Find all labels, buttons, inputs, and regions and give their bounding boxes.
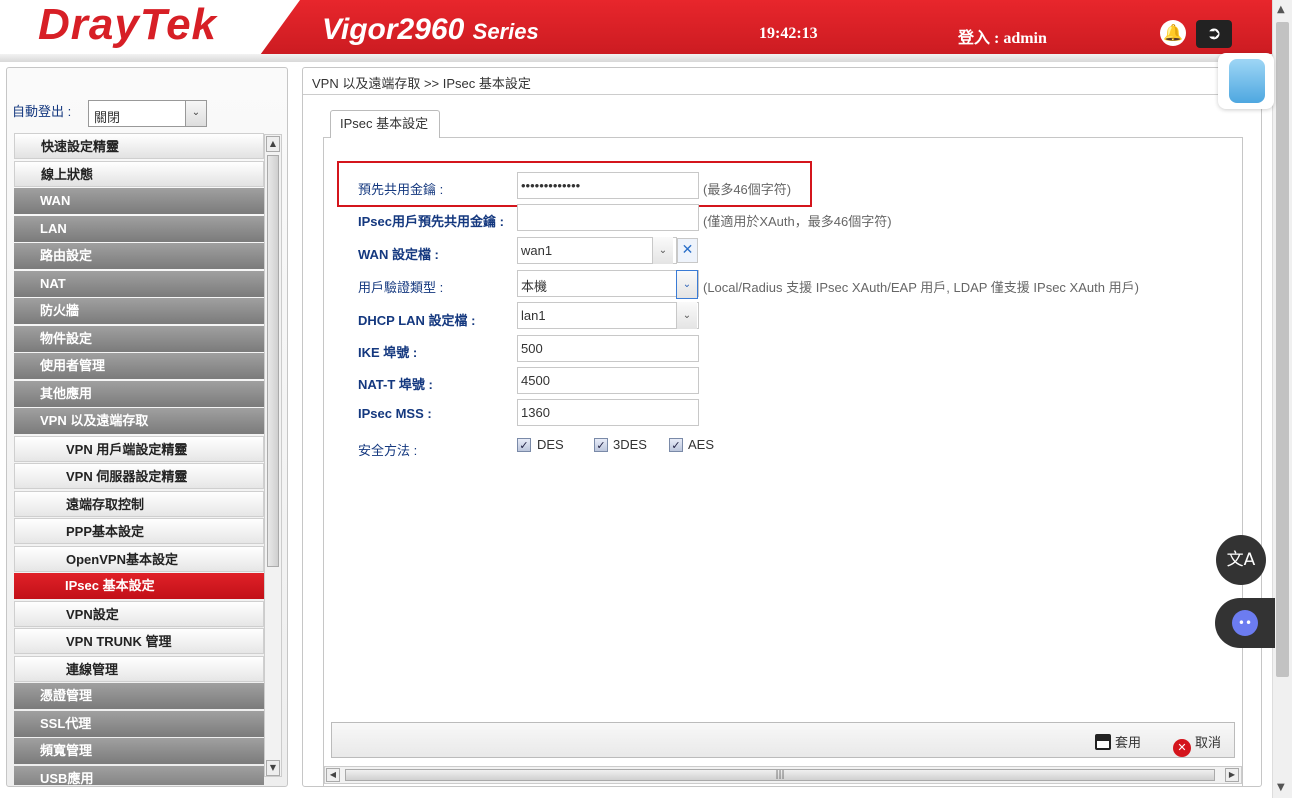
breadcrumb: VPN 以及遠端存取 >> IPsec 基本設定 [312, 76, 531, 91]
apply-button[interactable]: 套用 [1095, 732, 1141, 751]
des-checkbox[interactable]: ✓ [517, 438, 531, 452]
sidebar-item[interactable]: 線上狀態 [14, 160, 264, 187]
notification-bell-icon[interactable]: 🔔 [1160, 20, 1186, 46]
login-user: 登入 : admin [958, 30, 1047, 47]
wan-profile-select[interactable]: wan1 ⌄ [517, 237, 677, 264]
header-divider [0, 54, 1272, 62]
sidebar-item[interactable]: IPsec 基本設定 [14, 573, 264, 599]
3des-checkbox[interactable]: ✓ [594, 438, 608, 452]
sidebar-app-icon[interactable] [1218, 53, 1274, 109]
mss-label: IPsec MSS : [358, 406, 432, 421]
sidebar-scroll-thumb[interactable] [267, 155, 279, 567]
sidebar-item[interactable]: VPN 以及遠端存取 [14, 408, 264, 434]
auth-type-label: 用戶驗證類型 : [358, 280, 444, 295]
sidebar-item[interactable]: PPP基本設定 [14, 518, 264, 544]
wan-profile-label: WAN 設定檔 : [358, 247, 439, 262]
sidebar-item[interactable]: 防火牆 [14, 298, 264, 324]
wan-profile-value: wan1 [521, 243, 553, 258]
auth-type-value: 本機 [521, 279, 548, 294]
brand-logo: DrayTek [38, 0, 218, 49]
tab-ipsec-general[interactable]: IPsec 基本設定 [330, 110, 440, 138]
3des-label: 3DES [613, 437, 647, 452]
model-name: Vigor2960 Series [322, 13, 539, 47]
psk-label: 預先共用金鑰 : [358, 182, 444, 197]
sidebar-item[interactable]: SSL代理 [14, 710, 264, 737]
clear-icon[interactable]: ✕ [677, 238, 698, 263]
app-tile-icon [1229, 59, 1265, 103]
apply-label: 套用 [1115, 735, 1142, 750]
cancel-label: 取消 [1195, 735, 1222, 750]
sidebar-item[interactable]: LAN [14, 215, 264, 242]
content-hscrollbar[interactable]: ◀ ||| ▶ [324, 766, 1242, 784]
natt-port-label: NAT-T 埠號 : [358, 377, 433, 392]
auth-type-select[interactable]: 本機 ⌄ [517, 270, 699, 299]
model-series: Series [472, 19, 539, 44]
sidebar-item[interactable]: NAT [14, 270, 264, 297]
sidebar-item[interactable]: 憑證管理 [14, 683, 264, 709]
logout-icon[interactable]: ➲ [1196, 20, 1232, 48]
assistant-widget[interactable]: •• [1215, 598, 1275, 648]
assistant-face-icon: •• [1232, 610, 1258, 636]
content-hscroll-thumb[interactable]: ||| [345, 769, 1215, 781]
psk-note: (最多46個字符) [703, 182, 792, 197]
des-label: DES [537, 437, 564, 452]
page-scroll-thumb[interactable] [1276, 22, 1289, 677]
natt-port-input[interactable]: 4500 [517, 367, 699, 394]
scroll-right-icon[interactable]: ▶ [1225, 768, 1239, 782]
scroll-down-icon[interactable]: ▼ [266, 760, 280, 776]
aes-label: AES [688, 437, 715, 452]
ike-port-label: IKE 埠號 : [358, 345, 418, 360]
sidebar-item[interactable]: VPN TRUNK 管理 [14, 628, 264, 654]
page-scrollbar[interactable]: ▲ ▼ [1272, 0, 1292, 798]
sidebar-item[interactable]: VPN 伺服器設定精靈 [14, 463, 264, 489]
sidebar-scrollbar[interactable]: ▲ ▼ [264, 134, 282, 777]
cancel-icon: ✕ [1173, 739, 1191, 757]
sidebar-item[interactable]: 路由設定 [14, 243, 264, 269]
ike-port-input[interactable]: 500 [517, 335, 699, 362]
scroll-down-icon[interactable]: ▼ [1277, 782, 1285, 793]
system-time: 19:42:13 [759, 25, 818, 42]
chevron-down-icon[interactable]: ⌄ [652, 237, 673, 264]
chevron-down-icon[interactable]: ⌄ [676, 270, 698, 299]
sidebar-item[interactable]: 使用者管理 [14, 353, 264, 379]
sidebar-item[interactable]: 物件設定 [14, 325, 264, 352]
cancel-button[interactable]: ✕ 取消 [1173, 732, 1221, 757]
security-method-label: 安全方法 : [358, 443, 418, 458]
psk-input[interactable]: ••••••••••••• [517, 172, 699, 199]
sidebar-item[interactable]: 連線管理 [14, 655, 264, 682]
scroll-up-icon[interactable]: ▲ [266, 136, 280, 152]
sidebar-item[interactable]: OpenVPN基本設定 [14, 545, 264, 572]
settings-panel [323, 137, 1243, 787]
sidebar-item[interactable]: 快速設定精靈 [14, 133, 264, 159]
scroll-up-icon[interactable]: ▲ [1277, 4, 1285, 15]
sidebar-item[interactable]: VPN 用戶端設定精靈 [14, 435, 264, 462]
sidebar-item[interactable]: VPN設定 [14, 600, 264, 627]
user-psk-input[interactable] [517, 204, 699, 231]
dhcp-lan-select[interactable]: lan1 ⌄ [517, 302, 699, 329]
user-psk-note: (僅適用於XAuth，最多46個字符) [703, 214, 892, 229]
translate-icon[interactable]: 文A [1216, 535, 1266, 585]
auth-type-note: (Local/Radius 支援 IPsec XAuth/EAP 用戶, LDA… [703, 280, 1139, 295]
auto-logout-label: 自動登出 : [12, 104, 72, 119]
user-psk-label: IPsec用戶預先共用金鑰 : [358, 214, 504, 229]
auto-logout-value: 關閉 [94, 111, 121, 126]
chevron-down-icon[interactable]: ⌄ [676, 302, 697, 329]
sidebar-item[interactable]: USB應用 [14, 765, 264, 785]
sidebar-item[interactable]: WAN [14, 188, 264, 214]
aes-checkbox[interactable]: ✓ [669, 438, 683, 452]
sidebar-item[interactable]: 遠端存取控制 [14, 490, 264, 517]
sidebar-item[interactable]: 其他應用 [14, 380, 264, 407]
sidebar-item[interactable]: 頻寬管理 [14, 738, 264, 764]
chevron-down-icon[interactable]: ⌄ [185, 101, 206, 126]
mss-input[interactable]: 1360 [517, 399, 699, 426]
model-number: Vigor2960 [322, 13, 465, 46]
dhcp-lan-value: lan1 [521, 308, 546, 323]
dhcp-lan-label: DHCP LAN 設定檔 : [358, 313, 476, 328]
sidebar-menu: 快速設定精靈 線上狀態 WAN LAN 路由設定 NAT 防火牆 物件設定 使用者管理 其他應用 V… [14, 133, 264, 785]
auto-logout-select[interactable]: 關閉 ⌄ [88, 100, 207, 127]
breadcrumb-divider [303, 94, 1261, 95]
scroll-left-icon[interactable]: ◀ [326, 768, 340, 782]
save-icon [1095, 734, 1111, 750]
